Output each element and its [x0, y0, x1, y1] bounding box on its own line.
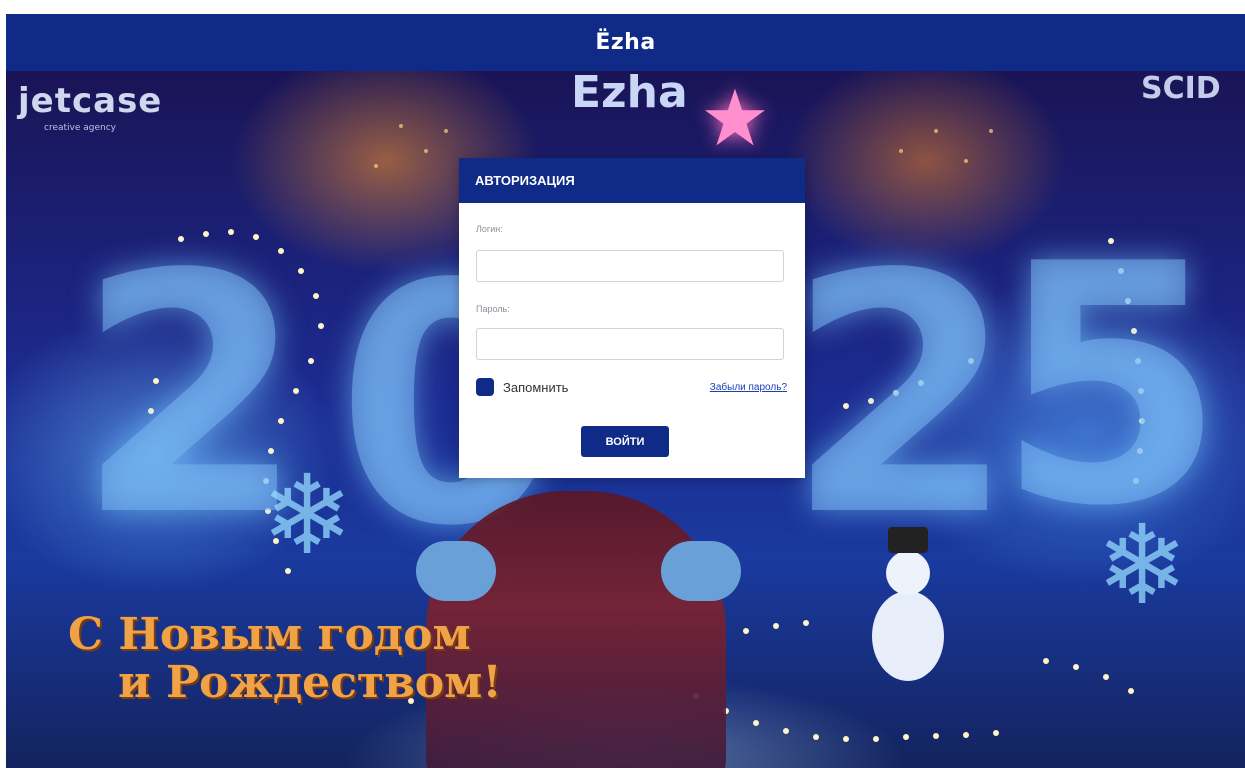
- forgot-password-link[interactable]: Забыли пароль?: [710, 382, 787, 393]
- top-bar: Ëzha: [6, 14, 1245, 71]
- password-label: Пароль:: [476, 304, 510, 314]
- login-button[interactable]: ВОЙТИ: [581, 426, 669, 457]
- year-digit: 5: [996, 194, 1226, 578]
- password-input[interactable]: [476, 328, 784, 360]
- scid-logo: SCID: [1141, 71, 1221, 106]
- remember-checkbox[interactable]: [476, 378, 494, 396]
- login-title: АВТОРИЗАЦИЯ: [459, 158, 805, 203]
- background-ezha-logo: Ezha: [571, 67, 688, 118]
- snowflake-icon: ❄: [261, 454, 354, 577]
- snowman-figure: [868, 527, 948, 691]
- remember-label: Запомнить: [503, 379, 569, 395]
- snowflake-icon: ❄: [1096, 504, 1189, 627]
- greeting-line-1: С Новым годом: [68, 609, 471, 660]
- login-panel: АВТОРИЗАЦИЯ Логин: Пароль: Запомнить Заб…: [459, 158, 805, 478]
- greeting-line-2: и Рождеством!: [118, 657, 502, 708]
- year-digit: 2: [786, 204, 1016, 588]
- login-label: Логин:: [476, 224, 503, 234]
- star-icon: ★: [700, 74, 770, 162]
- jetcase-logo: jetcase: [18, 81, 163, 121]
- santa-sleeve: [661, 541, 741, 601]
- page: Ëzha jetcase creative agency Ezha SCID ★…: [6, 14, 1245, 768]
- login-input[interactable]: [476, 250, 784, 282]
- jetcase-logo-subtitle: creative agency: [44, 123, 116, 133]
- santa-sleeve: [416, 541, 496, 601]
- remember-me[interactable]: Запомнить: [476, 378, 568, 396]
- greeting-text: С Новым годом и Рождеством!: [68, 611, 502, 707]
- brand-logo[interactable]: Ëzha: [595, 30, 655, 55]
